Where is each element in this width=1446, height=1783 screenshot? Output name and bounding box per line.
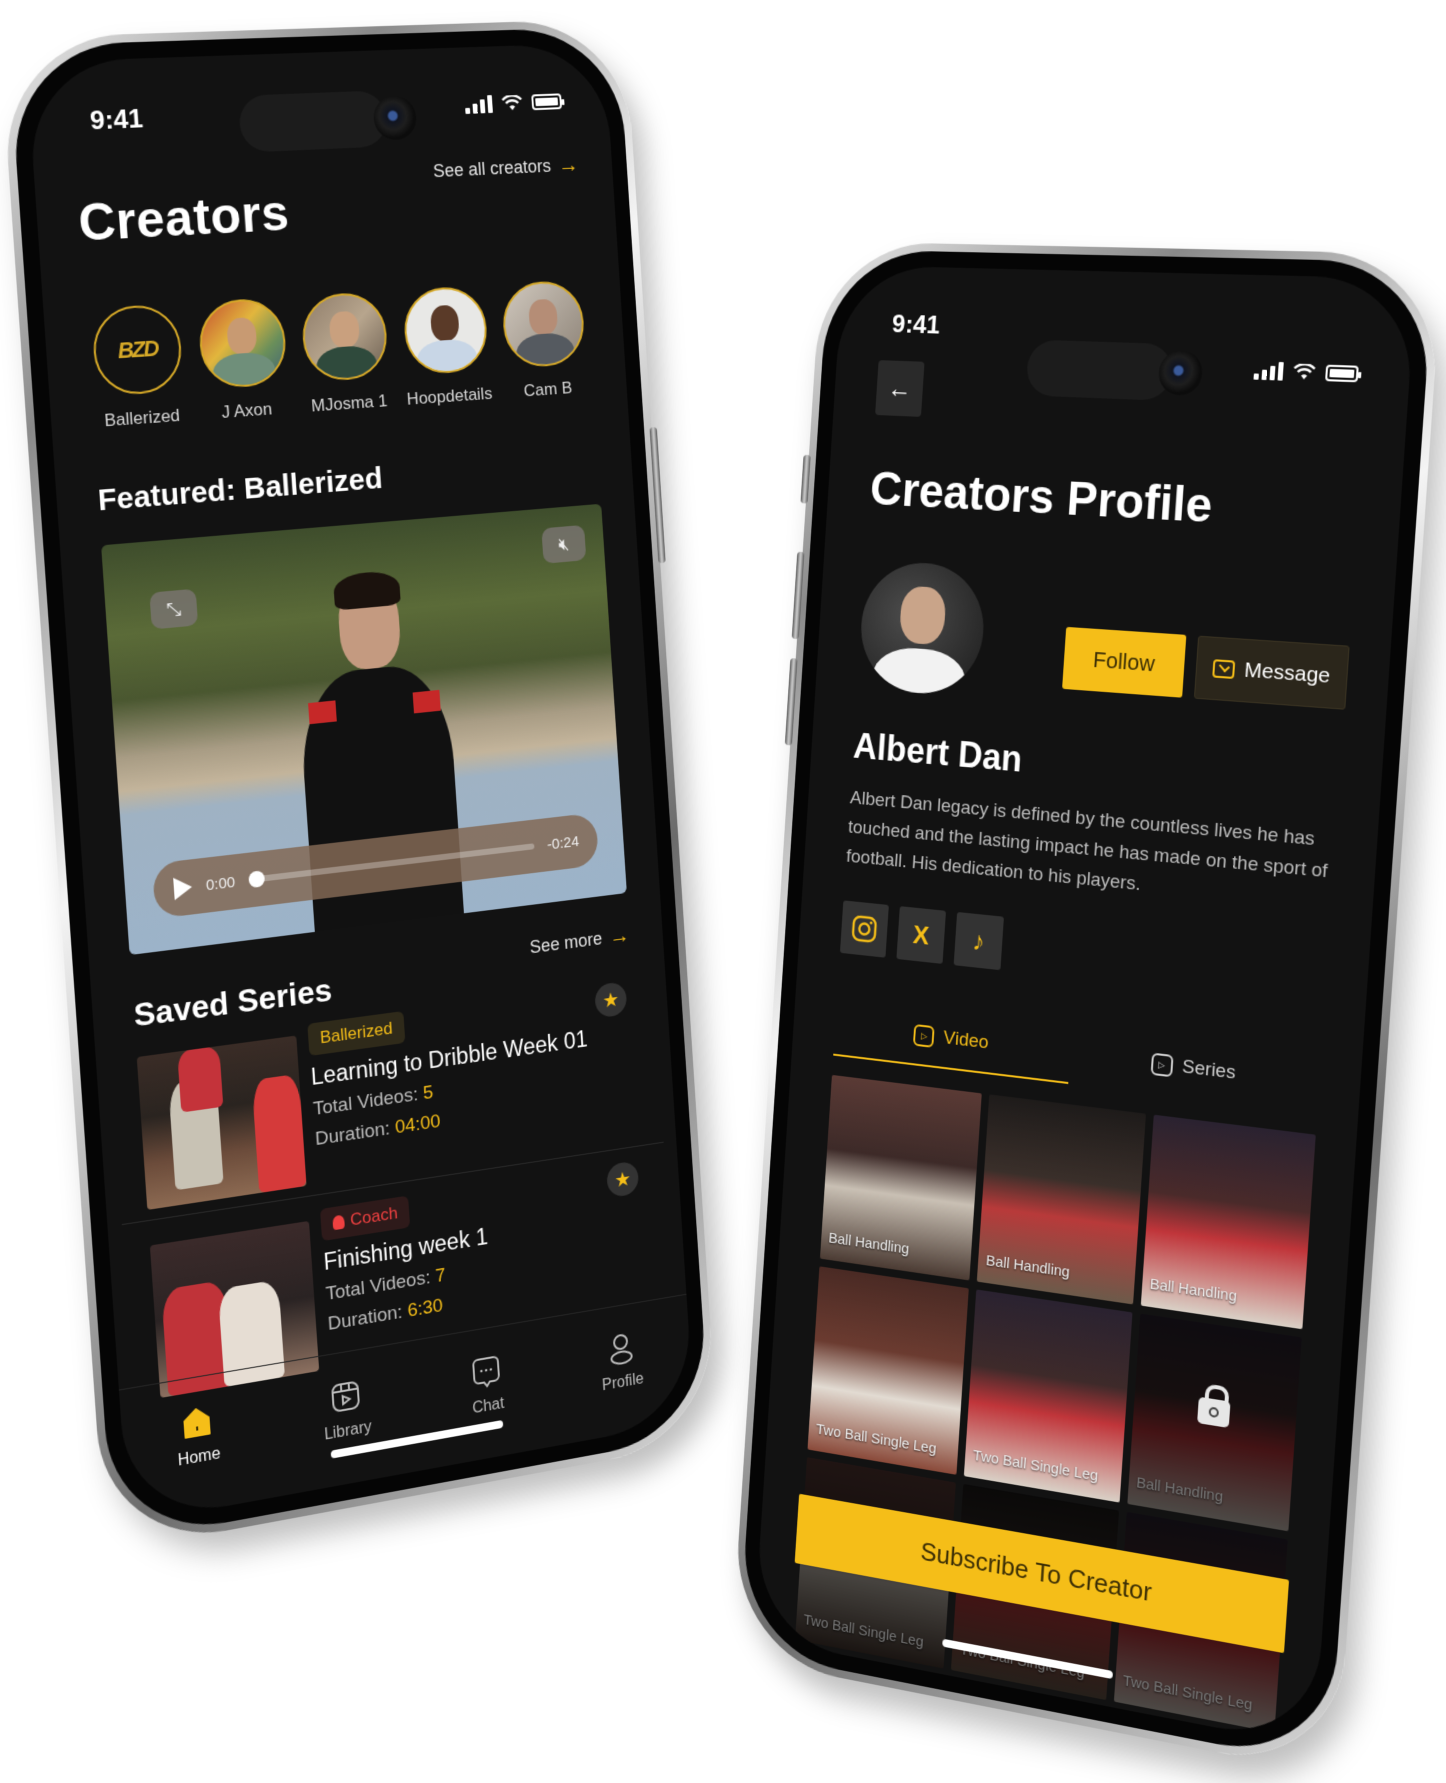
home-screen: 9:41 Creators See all creators → BZD Bal… xyxy=(26,42,695,1524)
status-time: 9:41 xyxy=(88,102,144,136)
creator-name: Hoopdetails xyxy=(406,383,493,409)
video-tile[interactable]: Two Ball Single Leg xyxy=(964,1289,1133,1503)
phone-bezel: 9:41 ← Creators Profile Follow Message A… xyxy=(738,249,1435,1767)
phone-creator-profile: 9:41 ← Creators Profile Follow Message A… xyxy=(731,241,1444,1776)
profile-icon xyxy=(606,1331,636,1367)
progress-slider[interactable] xyxy=(248,843,535,889)
creator-item-cam-b[interactable]: Cam B xyxy=(495,279,594,403)
creator-item-mjosma-1[interactable]: MJosma 1 xyxy=(294,291,397,418)
arrow-right-icon: → xyxy=(608,922,631,949)
elapsed-time: 0:00 xyxy=(205,873,236,894)
video-tile[interactable]: Ball Handling xyxy=(1140,1114,1316,1330)
page-title: Creators Profile xyxy=(868,462,1214,534)
dynamic-island xyxy=(237,90,389,153)
arrow-left-icon: ← xyxy=(886,372,913,404)
follow-button[interactable]: Follow xyxy=(1062,626,1187,698)
expand-icon[interactable]: ⤡ xyxy=(149,588,199,630)
creator-item-hoopdetails[interactable]: Hoopdetails xyxy=(396,285,497,410)
creator-bio: Albert Dan legacy is defined by the coun… xyxy=(845,787,1329,896)
video-icon: ▷ xyxy=(913,1023,935,1048)
series-tag: Ballerized xyxy=(307,1011,406,1056)
featured-title: Featured: Ballerized xyxy=(96,461,384,518)
arrow-right-icon: → xyxy=(557,151,580,178)
chat-icon xyxy=(471,1354,501,1390)
creator-name: MJosma 1 xyxy=(310,391,388,416)
phone-bezel: 9:41 Creators See all creators → BZD Bal… xyxy=(8,26,711,1544)
x-icon[interactable]: X xyxy=(896,906,947,964)
nav-label: Chat xyxy=(471,1394,505,1418)
creators-title: Creators xyxy=(76,184,291,252)
library-icon xyxy=(330,1378,361,1415)
nav-label: Home xyxy=(177,1444,222,1470)
series-crown-icon: ▷ xyxy=(1150,1052,1174,1078)
phone-home-screen: 9:41 Creators See all creators → BZD Bal… xyxy=(0,18,718,1553)
profile-actions: Follow Message xyxy=(1062,626,1350,710)
tiktok-icon[interactable]: ♪ xyxy=(953,911,1004,971)
power-button xyxy=(649,426,666,564)
creator-item-ballerized[interactable]: BZD Ballerized xyxy=(85,303,193,432)
signal-icon xyxy=(464,95,493,115)
status-icons xyxy=(464,92,563,115)
series-thumbnail xyxy=(136,1035,307,1210)
nav-label: Library xyxy=(323,1418,373,1444)
back-button[interactable]: ← xyxy=(875,360,925,417)
wifi-icon xyxy=(1293,364,1316,380)
coach-icon xyxy=(332,1214,345,1231)
creator-name: Cam B xyxy=(523,378,573,401)
volume-up-button xyxy=(791,551,805,640)
creator-profile-screen: 9:41 ← Creators Profile Follow Message A… xyxy=(753,265,1417,1747)
message-button[interactable]: Message xyxy=(1193,635,1350,710)
see-all-creators-label: See all creators xyxy=(432,155,552,181)
message-label: Message xyxy=(1243,658,1331,688)
video-tile[interactable]: Ball Handling xyxy=(819,1074,983,1281)
creator-name: Ballerized xyxy=(103,405,181,431)
video-tile[interactable]: Two Ball Single Leg xyxy=(807,1266,970,1475)
see-more-label: See more xyxy=(529,927,603,957)
battery-icon xyxy=(1325,364,1359,383)
social-links: X ♪ xyxy=(839,900,1329,1005)
lock-icon xyxy=(1197,1396,1231,1428)
ballerized-logo-avatar: BZD xyxy=(90,303,184,397)
volume-down-button xyxy=(784,658,798,746)
video-tile[interactable]: Ball Handling xyxy=(977,1094,1146,1305)
tab-label: Video xyxy=(942,1027,990,1054)
nav-home[interactable]: Home xyxy=(174,1403,222,1492)
action-button xyxy=(800,454,811,504)
message-icon xyxy=(1211,659,1236,680)
remaining-time: -0:24 xyxy=(546,832,580,854)
progress-knob[interactable] xyxy=(248,870,266,889)
status-time: 9:41 xyxy=(891,308,942,340)
series-info: Ballerized Learning to Dribble Week 01 T… xyxy=(307,980,643,1189)
see-more-link[interactable]: See more → xyxy=(529,922,631,960)
tab-video[interactable]: ▷ Video xyxy=(833,997,1073,1085)
camera-icon xyxy=(1157,349,1205,397)
avatar xyxy=(500,279,587,369)
avatar xyxy=(196,297,288,390)
home-icon xyxy=(181,1404,213,1442)
status-icons xyxy=(1253,361,1359,383)
wifi-icon xyxy=(501,95,523,111)
creator-list: BZD Ballerized J Axon MJosma 1 Hoopdetai… xyxy=(85,279,594,432)
creator-item-j-axon[interactable]: J Axon xyxy=(190,297,296,425)
battery-icon xyxy=(531,93,563,111)
avatar xyxy=(299,291,390,383)
mute-icon[interactable]: 🔇︎ xyxy=(541,524,587,564)
dynamic-island xyxy=(1025,339,1174,401)
featured-video-player[interactable]: ⤡ 🔇︎ 0:00 -0:24 xyxy=(101,503,627,956)
see-all-creators-link[interactable]: See all creators → xyxy=(432,152,579,185)
signal-icon xyxy=(1253,361,1284,381)
creator-avatar xyxy=(857,559,988,698)
instagram-icon[interactable] xyxy=(839,900,889,958)
nav-profile[interactable]: Profile xyxy=(599,1330,646,1416)
avatar xyxy=(401,285,489,376)
creator-name: J Axon xyxy=(220,399,273,422)
tab-series[interactable]: ▷ Series xyxy=(1068,1024,1321,1114)
profile-header: Follow Message xyxy=(857,559,1353,726)
nav-label: Profile xyxy=(601,1370,645,1395)
creators-header: Creators See all creators → xyxy=(75,152,583,253)
play-icon[interactable] xyxy=(173,875,193,901)
series-tag: Coach xyxy=(319,1195,411,1242)
tab-label: Series xyxy=(1181,1056,1237,1084)
video-tile[interactable]: Ball Handling xyxy=(1126,1313,1302,1532)
